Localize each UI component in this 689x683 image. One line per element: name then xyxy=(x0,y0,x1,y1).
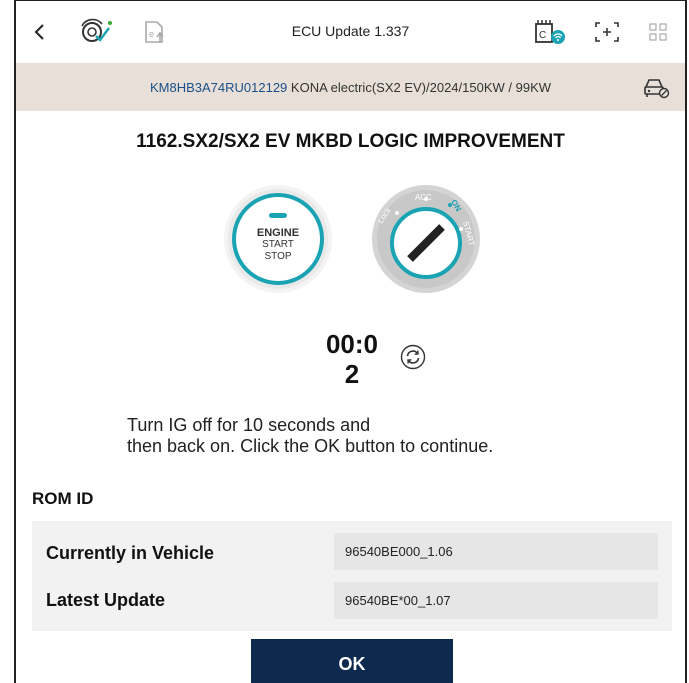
countdown-timer: 00:0 2 xyxy=(316,329,388,389)
instruction-line-1: Turn IG off for 10 seconds and xyxy=(127,415,371,435)
page-title: ECU Update 1.337 xyxy=(291,23,410,39)
vci-wifi-icon[interactable]: C xyxy=(532,20,568,44)
top-bar: e ECU Update 1.337 C xyxy=(16,1,685,64)
svg-text:C: C xyxy=(539,30,546,41)
vehicle-info-bar: KM8HB3A74RU012129 KONA electric(SX2 EV)/… xyxy=(16,63,685,111)
vin-number: KM8HB3A74RU012129 xyxy=(149,80,288,95)
refresh-icon[interactable] xyxy=(400,344,426,375)
screen-capture-icon[interactable] xyxy=(592,20,622,44)
current-version-label: Currently in Vehicle xyxy=(46,543,215,563)
instruction-text: Turn IG off for 10 seconds and then back… xyxy=(127,415,607,457)
rom-id-heading: ROM ID xyxy=(32,489,94,508)
grid-menu-icon[interactable] xyxy=(644,20,672,44)
engine-label: ENGINE xyxy=(256,227,300,239)
engine-start-stop-graphic: ENGINE START STOP xyxy=(222,183,334,295)
vehicle-settings-icon[interactable] xyxy=(642,75,670,104)
ecu-update-title: 1162.SX2/SX2 EV MKBD LOGIC IMPROVEMENT xyxy=(136,131,565,152)
app-window: e ECU Update 1.337 C KM8HB3A74RU012129 K… xyxy=(14,0,687,683)
latest-version-value: 96540BE*00_1.07 xyxy=(334,582,658,619)
rom-id-table: Currently in Vehicle 96540BE000_1.06 Lat… xyxy=(32,521,672,631)
start-label: START xyxy=(262,239,294,250)
latest-version-label: Latest Update xyxy=(46,590,166,610)
ok-button[interactable]: OK xyxy=(251,639,453,683)
stop-label: STOP xyxy=(264,251,292,262)
timer-line-1: 00:0 xyxy=(325,329,379,359)
vehicle-description: KONA electric(SX2 EV)/2024/150KW / 99KW xyxy=(290,80,552,95)
acc-position-label: ACC xyxy=(415,193,432,202)
instruction-line-2: then back on. Click the OK button to con… xyxy=(127,436,494,456)
vehicle-info: KM8HB3A74RU012129 KONA electric(SX2 EV)/… xyxy=(16,80,685,95)
timer-line-2: 2 xyxy=(344,359,360,389)
current-version-value: 96540BE000_1.06 xyxy=(334,533,658,570)
ignition-key-graphic: Lock ACC ON START xyxy=(370,183,482,295)
